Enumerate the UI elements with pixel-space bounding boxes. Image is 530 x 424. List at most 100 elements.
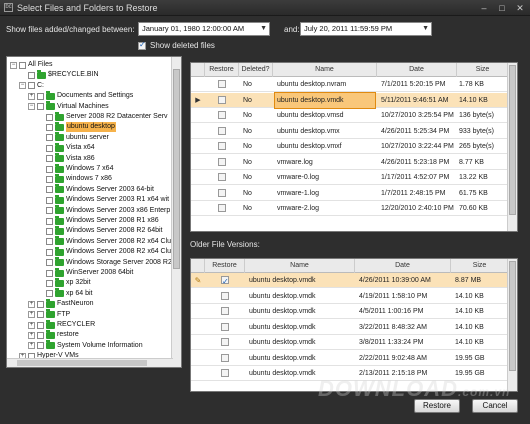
table-row[interactable]: ✎ ubuntu desktop.vmdk 4/26/2011 10:39:00 A…: [191, 273, 509, 288]
table-row[interactable]: ▶ No ubuntu desktop.vmdk 5/11/2011 9:46:51 …: [191, 91, 509, 109]
tree-node-checkbox[interactable]: [37, 311, 44, 319]
files-scrollbar[interactable]: [507, 63, 517, 231]
older-scrollbar[interactable]: [507, 259, 517, 391]
tree-node-checkbox[interactable]: [46, 269, 53, 277]
tree-node[interactable]: $RECYCLE.BIN: [19, 69, 99, 80]
tree-node-checkbox[interactable]: [46, 175, 53, 183]
tree-node[interactable]: Windows Server 2008 R2 x64 Clu: [37, 236, 171, 247]
tree-node[interactable]: + Documents and Settings: [28, 90, 133, 101]
tree-node[interactable]: Server 2008 R2 Datacenter Serv: [37, 111, 168, 122]
tree-node[interactable]: − All Files: [10, 60, 53, 70]
tree-node[interactable]: Windows Server 2003 x86 Enterp: [37, 205, 170, 216]
tree-node-checkbox[interactable]: [46, 196, 53, 204]
table-row[interactable]: ubuntu desktop.vmdk 3/8/2011 1:33:24 PM 14…: [191, 335, 509, 350]
col-restore[interactable]: Restore: [205, 63, 239, 77]
tree-node[interactable]: + System Volume Information: [28, 340, 143, 351]
restore-checkbox-cell[interactable]: [205, 335, 245, 350]
col-name[interactable]: Name: [273, 63, 377, 77]
col-deleted[interactable]: Deleted?: [239, 63, 273, 77]
table-row[interactable]: No ubuntu desktop.vmx 4/26/2011 5:25:34 PM…: [191, 124, 509, 139]
tree-node-checkbox[interactable]: [46, 290, 53, 298]
table-row[interactable]: ubuntu desktop.vmdk 3/22/2011 8:48:32 AM 1…: [191, 320, 509, 335]
restore-checkbox-cell[interactable]: [205, 320, 245, 335]
restore-checkbox[interactable]: [218, 80, 226, 89]
cancel-button[interactable]: Cancel: [472, 399, 518, 413]
tree-node-checkbox[interactable]: [37, 92, 44, 100]
restore-checkbox-cell[interactable]: [205, 351, 245, 366]
restore-checkbox[interactable]: [218, 173, 226, 182]
restore-checkbox-cell[interactable]: [205, 201, 239, 216]
table-row[interactable]: No vmware.log 4/26/2011 5:23:18 PM 8.77 KB: [191, 155, 509, 170]
tree-node[interactable]: ubuntu server: [37, 132, 109, 143]
expand-icon[interactable]: +: [28, 342, 35, 350]
chevron-down-icon[interactable]: ▼: [260, 23, 267, 35]
restore-checkbox-cell[interactable]: [205, 77, 239, 92]
tree-node[interactable]: windows 7 x86: [37, 173, 112, 184]
tree-node-checkbox[interactable]: [19, 61, 26, 69]
tree-node-checkbox[interactable]: [28, 82, 35, 90]
tree-node[interactable]: ubuntu desktop: [37, 121, 116, 133]
tree-node-checkbox[interactable]: [37, 103, 44, 111]
restore-checkbox[interactable]: [218, 142, 226, 151]
restore-checkbox[interactable]: [221, 274, 229, 288]
end-date-picker[interactable]: July 20, 2011 11:59:59 PM ▼: [300, 22, 432, 36]
files-table[interactable]: Restore Deleted? Name Date Size No ubuntu…: [190, 62, 518, 232]
tree-node-checkbox[interactable]: [46, 144, 53, 152]
restore-checkbox-cell[interactable]: [205, 304, 245, 319]
expand-icon[interactable]: +: [28, 331, 35, 339]
tree-node-checkbox[interactable]: [46, 186, 53, 194]
tree-node-checkbox[interactable]: [28, 71, 35, 79]
tree-node-checkbox[interactable]: [46, 217, 53, 225]
tree-node-checkbox[interactable]: [46, 238, 53, 246]
tree-node-checkbox[interactable]: [46, 259, 53, 267]
tree-node[interactable]: Vista x86: [37, 153, 95, 164]
tree-node[interactable]: + restore: [28, 329, 79, 340]
tree-node[interactable]: + RECYCLER: [28, 319, 95, 330]
start-date-picker[interactable]: January 01, 1980 12:00:00 AM ▼: [138, 22, 270, 36]
close-icon[interactable]: ✕: [512, 2, 528, 14]
restore-checkbox[interactable]: [221, 291, 229, 300]
tree-node[interactable]: − C:: [19, 81, 44, 91]
tree-node[interactable]: Windows Server 2003 R1 x64 wit: [37, 194, 169, 205]
expand-icon[interactable]: +: [28, 321, 35, 329]
tree-node-checkbox[interactable]: [37, 342, 44, 350]
restore-checkbox[interactable]: [218, 188, 226, 197]
tree-node[interactable]: − Virtual Machines: [28, 101, 109, 112]
older-versions-table[interactable]: Restore Name Date Size ✎ ubuntu desktop.v…: [190, 258, 518, 392]
table-row[interactable]: No vmware-0.log 1/17/2011 4:52:07 PM 13.22 …: [191, 170, 509, 185]
collapse-icon[interactable]: −: [10, 61, 17, 69]
tree-node-checkbox[interactable]: [46, 113, 53, 121]
restore-checkbox-cell[interactable]: [205, 170, 239, 185]
restore-checkbox[interactable]: [221, 322, 229, 331]
restore-checkbox-cell[interactable]: [205, 186, 239, 201]
restore-checkbox-cell[interactable]: [205, 289, 245, 304]
tree-node[interactable]: Vista x64: [37, 142, 95, 153]
tree-node-checkbox[interactable]: [37, 321, 44, 329]
restore-checkbox[interactable]: [221, 338, 229, 347]
tree-node[interactable]: WinServer 2008 64bit: [37, 267, 133, 278]
restore-checkbox-cell[interactable]: [205, 273, 245, 288]
tree-node-checkbox[interactable]: [46, 227, 53, 235]
tree-node-checkbox[interactable]: [46, 123, 53, 131]
restore-checkbox[interactable]: [221, 369, 229, 378]
tree-node[interactable]: Windows Server 2008 R2 64bit: [37, 225, 163, 236]
restore-checkbox[interactable]: [221, 307, 229, 316]
col-date[interactable]: Date: [377, 63, 457, 77]
tree-node[interactable]: Windows Server 2008 R1 x86: [37, 215, 159, 226]
col-size[interactable]: Size: [457, 63, 509, 77]
expand-icon[interactable]: +: [28, 300, 35, 308]
tree-node-checkbox[interactable]: [46, 279, 53, 287]
table-row[interactable]: No ubuntu desktop.vmxf 10/27/2010 3:22:44 …: [191, 139, 509, 154]
restore-checkbox-cell[interactable]: [205, 366, 245, 381]
show-deleted-checkbox[interactable]: [138, 40, 146, 50]
restore-checkbox[interactable]: [221, 353, 229, 362]
tree-node-checkbox[interactable]: [46, 155, 53, 163]
table-row[interactable]: No vmware-1.log 1/7/2011 2:48:15 PM 61.75 K…: [191, 186, 509, 201]
tree-node[interactable]: Windows Storage Server 2008 R2: [37, 257, 172, 268]
restore-checkbox-cell[interactable]: [205, 124, 239, 139]
col-restore[interactable]: Restore: [205, 259, 245, 273]
tree-horizontal-scrollbar[interactable]: [7, 358, 173, 367]
table-row[interactable]: No vmware-2.log 12/20/2010 2:40:10 PM 70.60…: [191, 201, 509, 216]
expand-icon[interactable]: +: [28, 311, 35, 319]
tree-node-checkbox[interactable]: [46, 134, 53, 142]
